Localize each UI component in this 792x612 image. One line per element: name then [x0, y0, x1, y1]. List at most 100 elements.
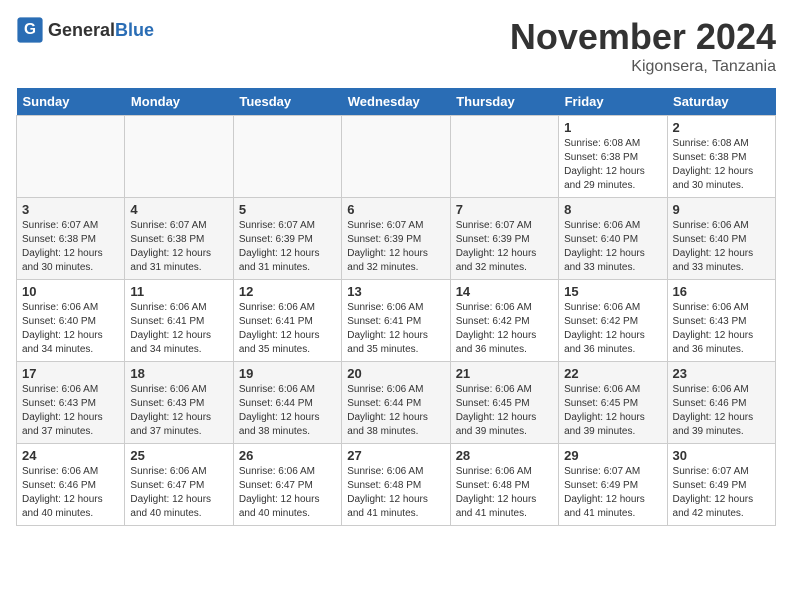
day-number: 3 [22, 202, 119, 217]
calendar-cell [342, 116, 450, 198]
day-info: Sunrise: 6:06 AM Sunset: 6:43 PM Dayligh… [22, 383, 119, 439]
day-number: 11 [130, 284, 227, 299]
day-info: Sunrise: 6:06 AM Sunset: 6:48 PM Dayligh… [456, 465, 553, 521]
day-info: Sunrise: 6:06 AM Sunset: 6:48 PM Dayligh… [347, 465, 444, 521]
calendar-cell: 28Sunrise: 6:06 AM Sunset: 6:48 PM Dayli… [450, 444, 558, 526]
calendar-header-tuesday: Tuesday [233, 88, 341, 116]
svg-text:G: G [24, 21, 36, 38]
calendar-cell: 25 Sunrise: 6:06 AM Sunset: 6:47 PM Dayli… [125, 444, 233, 526]
day-info: Sunrise: 6:06 AM Sunset: 6:46 PM Dayligh… [22, 465, 119, 521]
day-info: Sunrise: 6:07 AM Sunset: 6:39 PM Dayligh… [239, 219, 336, 275]
calendar-cell: 13 Sunrise: 6:06 AM Sunset: 6:41 PM Dayli… [342, 280, 450, 362]
day-number: 13 [347, 284, 444, 299]
day-number: 16 [673, 284, 770, 299]
day-number: 1 [564, 120, 661, 135]
calendar-cell [17, 116, 125, 198]
day-number: 6 [347, 202, 444, 217]
day-info: Sunrise: 6:07 AM Sunset: 6:49 PM Dayligh… [673, 465, 770, 521]
title-area: November 2024 Kigonsera, Tanzania [510, 16, 776, 76]
calendar-cell: 30 Sunrise: 6:07 AM Sunset: 6:49 PM Dayli… [667, 444, 775, 526]
day-info: Sunrise: 6:06 AM Sunset: 6:47 PM Dayligh… [239, 465, 336, 521]
calendar-week-4: 17Sunrise: 6:06 AM Sunset: 6:43 PM Dayli… [17, 362, 776, 444]
day-info: Sunrise: 6:06 AM Sunset: 6:47 PM Dayligh… [130, 465, 227, 521]
day-info: Sunrise: 6:07 AM Sunset: 6:38 PM Dayligh… [130, 219, 227, 275]
day-info: Sunrise: 6:07 AM Sunset: 6:49 PM Dayligh… [564, 465, 661, 521]
calendar-cell: 5Sunrise: 6:07 AM Sunset: 6:39 PM Daylig… [233, 198, 341, 280]
calendar-cell [450, 116, 558, 198]
day-info: Sunrise: 6:06 AM Sunset: 6:45 PM Dayligh… [456, 383, 553, 439]
day-number: 8 [564, 202, 661, 217]
day-number: 12 [239, 284, 336, 299]
day-info: Sunrise: 6:06 AM Sunset: 6:43 PM Dayligh… [130, 383, 227, 439]
month-title: November 2024 [510, 16, 776, 58]
calendar-cell: 4 Sunrise: 6:07 AM Sunset: 6:38 PM Daylig… [125, 198, 233, 280]
day-info: Sunrise: 6:06 AM Sunset: 6:40 PM Dayligh… [673, 219, 770, 275]
calendar-week-3: 10 Sunrise: 6:06 AM Sunset: 6:40 PM Dayli… [17, 280, 776, 362]
calendar-cell [233, 116, 341, 198]
day-number: 10 [22, 284, 119, 299]
calendar-header-sunday: Sunday [17, 88, 125, 116]
calendar-cell: 1 Sunrise: 6:08 AM Sunset: 6:38 PM Daylig… [559, 116, 667, 198]
day-number: 9 [673, 202, 770, 217]
day-number: 24 [22, 448, 119, 463]
location: Kigonsera, Tanzania [510, 58, 776, 76]
day-number: 20 [347, 366, 444, 381]
calendar-header-thursday: Thursday [450, 88, 558, 116]
calendar-cell: 11 Sunrise: 6:06 AM Sunset: 6:41 PM Dayli… [125, 280, 233, 362]
day-info: Sunrise: 6:07 AM Sunset: 6:39 PM Dayligh… [347, 219, 444, 275]
logo: G GeneralBlue [16, 16, 154, 44]
day-number: 4 [130, 202, 227, 217]
calendar-cell: 9 Sunrise: 6:06 AM Sunset: 6:40 PM Daylig… [667, 198, 775, 280]
day-number: 27 [347, 448, 444, 463]
calendar-cell: 21 Sunrise: 6:06 AM Sunset: 6:45 PM Dayli… [450, 362, 558, 444]
day-info: Sunrise: 6:06 AM Sunset: 6:45 PM Dayligh… [564, 383, 661, 439]
day-number: 22 [564, 366, 661, 381]
day-info: Sunrise: 6:06 AM Sunset: 6:40 PM Dayligh… [564, 219, 661, 275]
day-info: Sunrise: 6:06 AM Sunset: 6:44 PM Dayligh… [239, 383, 336, 439]
calendar-cell: 12 Sunrise: 6:06 AM Sunset: 6:41 PM Dayli… [233, 280, 341, 362]
calendar-cell: 2 Sunrise: 6:08 AM Sunset: 6:38 PM Daylig… [667, 116, 775, 198]
calendar-cell [125, 116, 233, 198]
day-number: 2 [673, 120, 770, 135]
day-info: Sunrise: 6:06 AM Sunset: 6:40 PM Dayligh… [22, 301, 119, 357]
logo-blue: Blue [115, 20, 154, 40]
calendar-cell: 3 Sunrise: 6:07 AM Sunset: 6:38 PM Daylig… [17, 198, 125, 280]
calendar-cell: 8 Sunrise: 6:06 AM Sunset: 6:40 PM Daylig… [559, 198, 667, 280]
calendar-table: SundayMondayTuesdayWednesdayThursdayFrid… [16, 88, 776, 526]
day-number: 21 [456, 366, 553, 381]
day-info: Sunrise: 6:06 AM Sunset: 6:41 PM Dayligh… [130, 301, 227, 357]
calendar-cell: 16 Sunrise: 6:06 AM Sunset: 6:43 PM Dayli… [667, 280, 775, 362]
calendar-cell: 6 Sunrise: 6:07 AM Sunset: 6:39 PM Daylig… [342, 198, 450, 280]
calendar-cell: 14Sunrise: 6:06 AM Sunset: 6:42 PM Dayli… [450, 280, 558, 362]
day-info: Sunrise: 6:06 AM Sunset: 6:43 PM Dayligh… [673, 301, 770, 357]
calendar-cell: 15Sunrise: 6:06 AM Sunset: 6:42 PM Dayli… [559, 280, 667, 362]
day-number: 26 [239, 448, 336, 463]
day-info: Sunrise: 6:06 AM Sunset: 6:41 PM Dayligh… [239, 301, 336, 357]
calendar-cell: 20 Sunrise: 6:06 AM Sunset: 6:44 PM Dayli… [342, 362, 450, 444]
day-info: Sunrise: 6:07 AM Sunset: 6:39 PM Dayligh… [456, 219, 553, 275]
day-info: Sunrise: 6:06 AM Sunset: 6:44 PM Dayligh… [347, 383, 444, 439]
calendar-header-saturday: Saturday [667, 88, 775, 116]
calendar-cell: 29 Sunrise: 6:07 AM Sunset: 6:49 PM Dayli… [559, 444, 667, 526]
calendar-cell: 19Sunrise: 6:06 AM Sunset: 6:44 PM Dayli… [233, 362, 341, 444]
calendar-cell: 18Sunrise: 6:06 AM Sunset: 6:43 PM Dayli… [125, 362, 233, 444]
calendar-header-monday: Monday [125, 88, 233, 116]
calendar-cell: 27 Sunrise: 6:06 AM Sunset: 6:48 PM Dayli… [342, 444, 450, 526]
day-number: 14 [456, 284, 553, 299]
day-info: Sunrise: 6:06 AM Sunset: 6:41 PM Dayligh… [347, 301, 444, 357]
calendar-header-friday: Friday [559, 88, 667, 116]
day-info: Sunrise: 6:08 AM Sunset: 6:38 PM Dayligh… [673, 137, 770, 193]
calendar-week-5: 24 Sunrise: 6:06 AM Sunset: 6:46 PM Dayli… [17, 444, 776, 526]
calendar-cell: 26 Sunrise: 6:06 AM Sunset: 6:47 PM Dayli… [233, 444, 341, 526]
day-info: Sunrise: 6:06 AM Sunset: 6:46 PM Dayligh… [673, 383, 770, 439]
calendar-cell: 10 Sunrise: 6:06 AM Sunset: 6:40 PM Dayli… [17, 280, 125, 362]
day-info: Sunrise: 6:07 AM Sunset: 6:38 PM Dayligh… [22, 219, 119, 275]
calendar-cell: 7Sunrise: 6:07 AM Sunset: 6:39 PM Daylig… [450, 198, 558, 280]
calendar-cell: 17Sunrise: 6:06 AM Sunset: 6:43 PM Dayli… [17, 362, 125, 444]
day-number: 30 [673, 448, 770, 463]
day-number: 25 [130, 448, 227, 463]
day-number: 29 [564, 448, 661, 463]
day-info: Sunrise: 6:08 AM Sunset: 6:38 PM Dayligh… [564, 137, 661, 193]
calendar-cell: 24 Sunrise: 6:06 AM Sunset: 6:46 PM Dayli… [17, 444, 125, 526]
logo-icon: G [16, 16, 44, 44]
